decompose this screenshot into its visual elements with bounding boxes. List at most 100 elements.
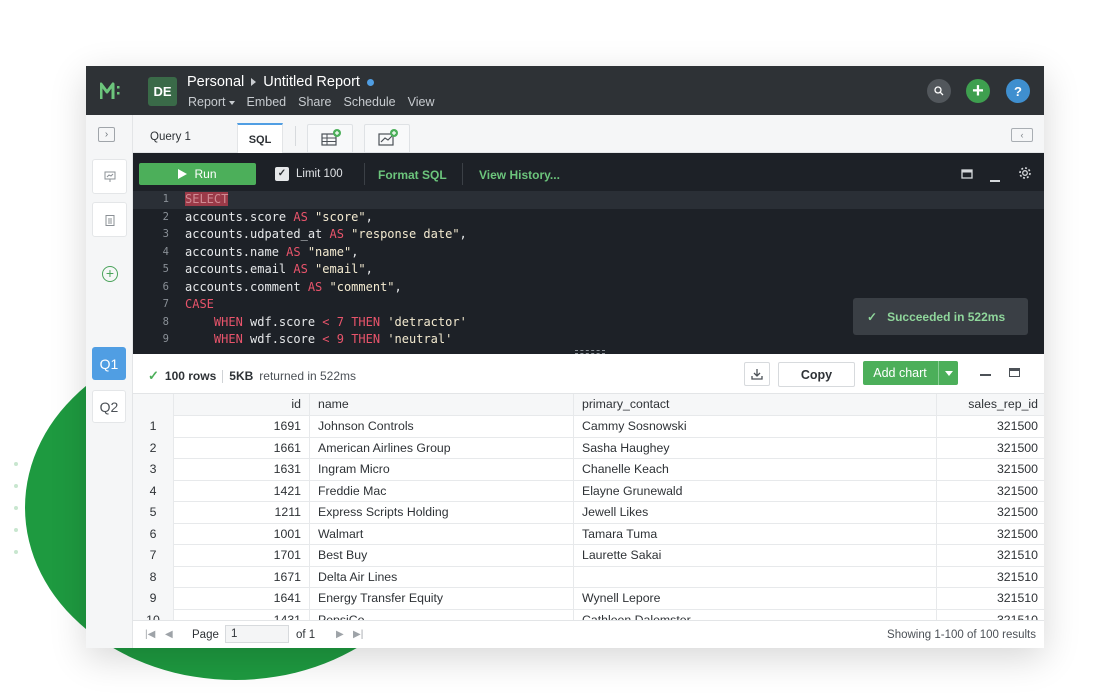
code-text: accounts.score bbox=[185, 209, 294, 224]
help-button[interactable]: ? bbox=[1006, 79, 1030, 103]
cell-id: 1661 bbox=[174, 437, 310, 459]
column-header-sales-rep-id[interactable]: sales_rep_id bbox=[937, 394, 1044, 416]
results-table: id name primary_contact sales_rep_id 1 16… bbox=[133, 394, 1044, 620]
menu-view[interactable]: View bbox=[408, 95, 435, 109]
row-number: 6 bbox=[133, 523, 174, 545]
line-number: 9 bbox=[162, 333, 169, 345]
prev-page-icon[interactable]: ◀ bbox=[165, 629, 173, 640]
cell-id: 1431 bbox=[174, 609, 310, 620]
table-row[interactable]: 8 1671 Delta Air Lines 321510 bbox=[133, 566, 1044, 588]
search-icon bbox=[934, 86, 944, 96]
editor-settings-icon[interactable] bbox=[1018, 166, 1032, 183]
table-add-icon bbox=[321, 129, 341, 146]
minimize-results-icon[interactable] bbox=[980, 374, 991, 376]
rail-notebook-button[interactable] bbox=[92, 202, 127, 237]
code-string: "response date" bbox=[343, 227, 460, 241]
table-row[interactable]: 6 1001 Walmart Tamara Tuma 321500 bbox=[133, 523, 1044, 545]
query-name-label[interactable]: Query 1 bbox=[150, 131, 191, 143]
table-row[interactable]: 5 1211 Express Scripts Holding Jewell Likes… bbox=[133, 502, 1044, 524]
code-keyword: AS bbox=[293, 209, 308, 224]
tab-sql[interactable]: SQL bbox=[237, 123, 283, 154]
minimize-editor-icon[interactable] bbox=[989, 172, 1001, 186]
row-number-header bbox=[133, 394, 174, 416]
table-row[interactable]: 2 1661 American Airlines Group Sasha Haughe… bbox=[133, 437, 1044, 459]
table-row[interactable]: 4 1421 Freddie Mac Elayne Grunewald 321500 bbox=[133, 480, 1044, 502]
last-page-icon[interactable]: ▶| bbox=[353, 629, 363, 640]
avatar[interactable]: DE bbox=[148, 77, 177, 106]
cell-id: 1701 bbox=[174, 545, 310, 567]
code-text: , bbox=[365, 209, 373, 224]
window-minimize-icon bbox=[990, 180, 1000, 182]
breadcrumb: Personal Untitled Report bbox=[187, 74, 374, 90]
cell-sales-rep-id: 321510 bbox=[996, 569, 1038, 584]
search-button[interactable] bbox=[927, 79, 951, 103]
column-header-name[interactable]: name bbox=[310, 394, 574, 416]
results-bar: ✓ 100 rows 5KB returned in 522ms Copy Ad… bbox=[133, 354, 1044, 394]
add-button[interactable]: + bbox=[966, 79, 990, 103]
cell-sales-rep-id: 321510 bbox=[996, 612, 1038, 621]
cell-id: 1001 bbox=[174, 523, 310, 545]
code-text: , bbox=[394, 279, 402, 294]
table-row[interactable]: 1 1691 Johnson Controls Cammy Sosnowski 3215… bbox=[133, 416, 1044, 438]
code-line: 1 SELECT bbox=[133, 191, 1044, 209]
column-header-primary-contact[interactable]: primary_contact bbox=[574, 394, 937, 416]
first-page-icon[interactable]: |◀ bbox=[145, 629, 155, 640]
code-keyword: AS bbox=[329, 227, 344, 241]
menu-embed[interactable]: Embed bbox=[247, 95, 287, 109]
editor-toolbar: Run ✓ Limit 100 Format SQL View History.… bbox=[133, 153, 1044, 191]
download-button[interactable] bbox=[744, 362, 770, 386]
breadcrumb-collection[interactable]: Personal bbox=[187, 74, 244, 90]
add-chart-tab-button[interactable] bbox=[364, 124, 410, 153]
maximize-results-icon[interactable] bbox=[1009, 368, 1020, 377]
caret-down-icon bbox=[945, 371, 953, 376]
cell-primary-contact: Tamara Tuma bbox=[574, 523, 937, 545]
line-number: 4 bbox=[162, 245, 169, 258]
next-page-icon[interactable]: ▶ bbox=[336, 629, 344, 640]
run-button[interactable]: Run bbox=[139, 163, 256, 185]
collapse-right-panel-icon[interactable]: ‹ bbox=[1011, 128, 1033, 142]
report-title[interactable]: Untitled Report bbox=[263, 74, 360, 90]
add-chart-dropdown[interactable] bbox=[938, 361, 958, 385]
rail-query-q2[interactable]: Q2 bbox=[92, 390, 126, 423]
table-row[interactable]: 10 1431 PepsiCo Cathleen Dalemster 321510 bbox=[133, 609, 1044, 621]
add-table-tab-button[interactable] bbox=[307, 124, 353, 153]
chart-add-icon bbox=[378, 129, 398, 146]
table-row[interactable]: 9 1641 Energy Transfer Equity Wynell Lepore… bbox=[133, 588, 1044, 610]
rail-query-q1[interactable]: Q1 bbox=[92, 347, 126, 380]
add-chart-label: Add chart bbox=[873, 366, 927, 380]
cell-primary-contact: Laurette Sakai bbox=[574, 545, 937, 567]
add-query-icon[interactable]: + bbox=[102, 266, 118, 282]
page-input[interactable]: 1 bbox=[225, 625, 289, 643]
menu-report[interactable]: Report bbox=[188, 95, 235, 109]
mode-logo-icon[interactable] bbox=[100, 81, 128, 101]
cell-name: Express Scripts Holding bbox=[310, 502, 574, 524]
code-line: 4 accounts.name AS "name", bbox=[133, 244, 1044, 262]
cell-primary-contact: Chanelle Keach bbox=[574, 459, 937, 481]
format-sql-link[interactable]: Format SQL bbox=[378, 168, 447, 182]
view-history-link[interactable]: View History... bbox=[479, 168, 560, 182]
column-header-id[interactable]: id bbox=[174, 394, 310, 416]
code-string: "comment" bbox=[322, 279, 395, 294]
presentation-icon bbox=[104, 171, 115, 182]
line-number: 7 bbox=[162, 298, 169, 310]
report-menu: Report Embed Share Schedule View bbox=[188, 95, 435, 109]
toolbar-divider bbox=[364, 163, 365, 185]
toast-message: Succeeded in 522ms bbox=[887, 309, 1006, 324]
limit-label: Limit 100 bbox=[296, 168, 343, 180]
copy-button[interactable]: Copy bbox=[778, 362, 855, 387]
cell-primary-contact: Elayne Grunewald bbox=[574, 480, 937, 502]
menu-share[interactable]: Share bbox=[298, 95, 331, 109]
maximize-editor-icon[interactable] bbox=[961, 168, 973, 182]
rail-presentation-button[interactable] bbox=[92, 159, 127, 194]
code-keyword: AS bbox=[286, 244, 301, 259]
cell-primary-contact: Jewell Likes bbox=[574, 502, 937, 524]
table-row[interactable]: 7 1701 Best Buy Laurette Sakai 321510 bbox=[133, 545, 1044, 567]
row-count: 100 rows bbox=[164, 369, 217, 383]
limit-checkbox[interactable]: ✓ Limit 100 bbox=[275, 167, 343, 181]
row-number: 5 bbox=[133, 502, 174, 524]
expand-panel-icon[interactable]: › bbox=[98, 127, 115, 142]
menu-schedule[interactable]: Schedule bbox=[344, 95, 396, 109]
table-row[interactable]: 3 1631 Ingram Micro Chanelle Keach 321500 bbox=[133, 459, 1044, 481]
line-number: 2 bbox=[162, 210, 169, 223]
add-chart-button[interactable]: Add chart bbox=[863, 361, 958, 385]
